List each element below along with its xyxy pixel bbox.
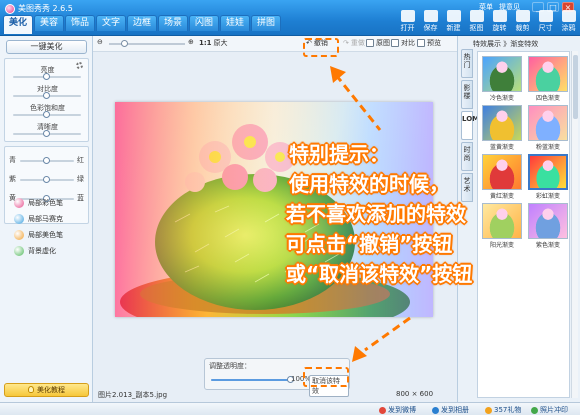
arrow-up-head xyxy=(330,66,346,83)
tip-line: 特别提示： xyxy=(289,142,389,166)
tip-line: 若不喜欢添加的特效 xyxy=(286,202,466,226)
tip-line: 可点击“撤销”按钮 xyxy=(286,232,453,256)
tip-overlay: 特别提示： 使用特效的时候， 若不喜欢添加的特效 可点击“撤销”按钮 或“取消该… xyxy=(286,139,579,289)
tip-line: 使用特效的时候， xyxy=(289,172,449,196)
tip-line: 或“取消该特效”按钮 xyxy=(286,262,473,286)
